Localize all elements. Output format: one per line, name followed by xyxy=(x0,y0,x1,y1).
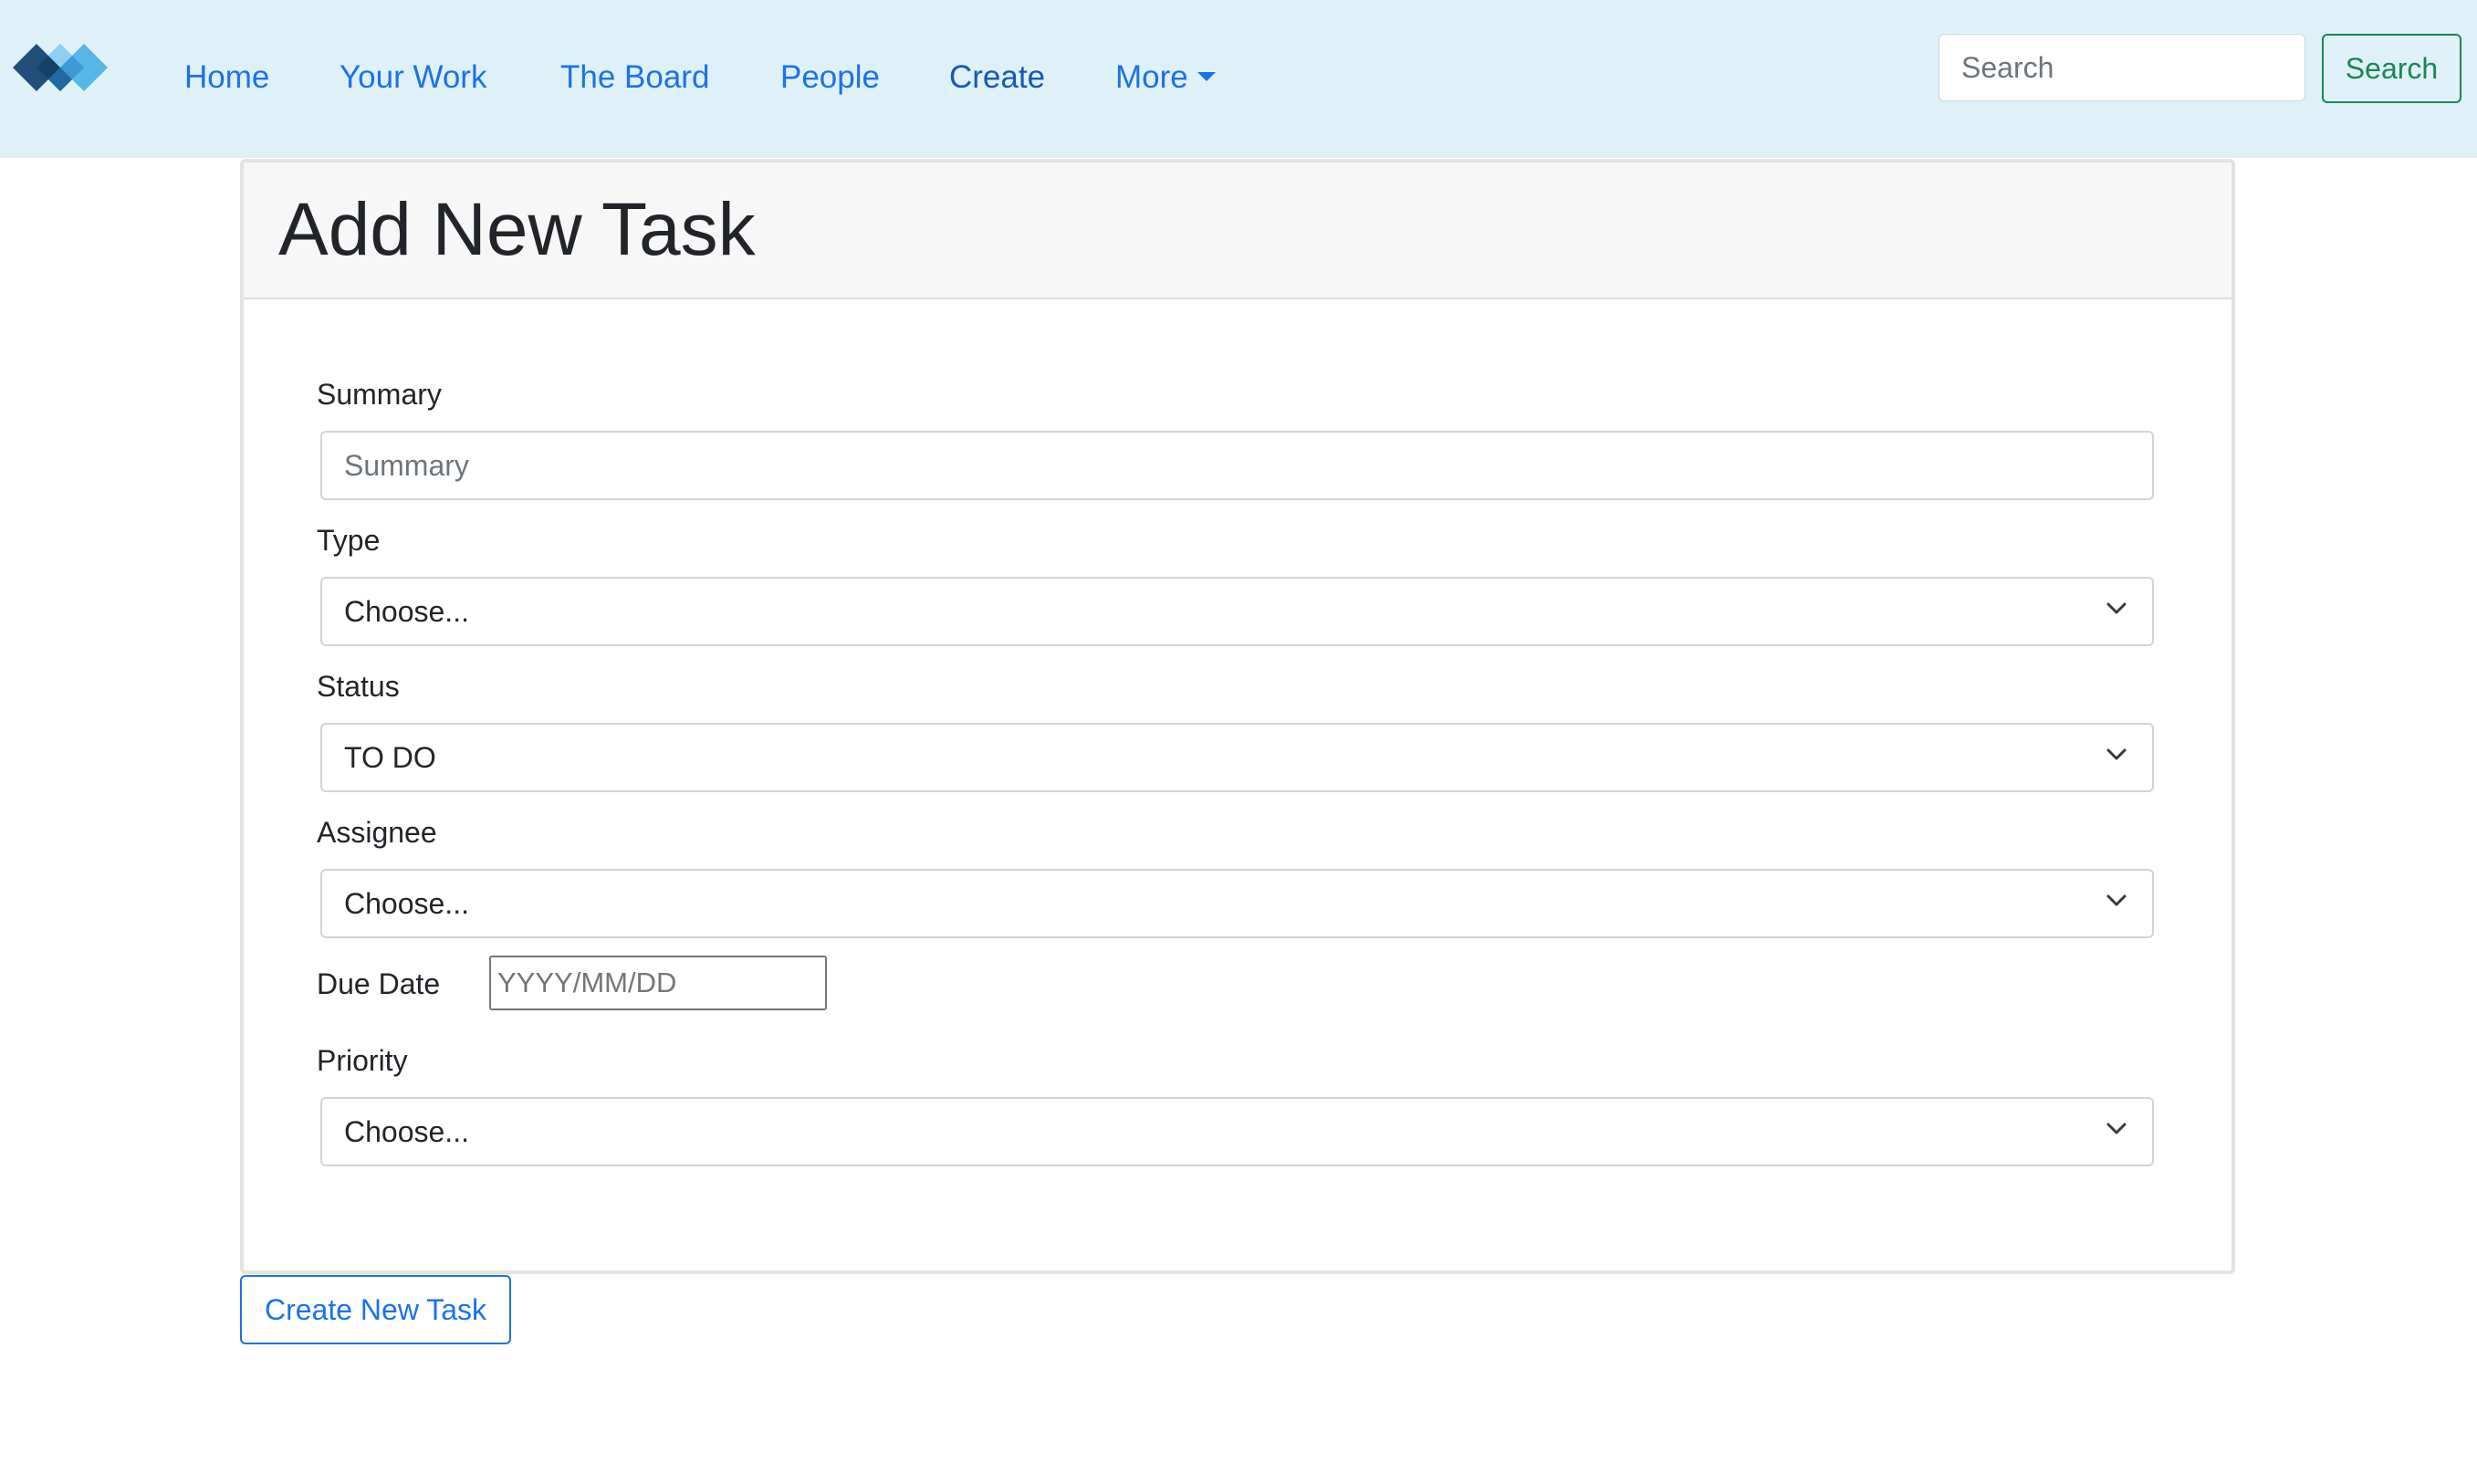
nav-more-label: More xyxy=(1115,59,1188,95)
due-date-input[interactable] xyxy=(489,956,827,1010)
nav-create-link[interactable]: Create xyxy=(949,57,1045,99)
assignee-label: Assignee xyxy=(317,816,437,849)
priority-select[interactable]: Choose... xyxy=(320,1097,2154,1166)
assignee-selected-value: Choose... xyxy=(344,887,469,920)
page-title: Add New Task xyxy=(278,188,756,271)
status-selected-value: TO DO xyxy=(344,741,436,774)
nav-more-dropdown[interactable]: More xyxy=(1115,57,1216,99)
nav-your-work-link[interactable]: Your Work xyxy=(340,57,486,99)
priority-selected-value: Choose... xyxy=(344,1115,469,1148)
chevron-down-icon xyxy=(2106,1123,2127,1134)
create-new-task-button[interactable]: Create New Task xyxy=(240,1275,511,1344)
caret-down-icon xyxy=(1197,71,1216,81)
type-label: Type xyxy=(317,524,381,557)
chevron-down-icon xyxy=(2106,748,2127,760)
nav-home-link[interactable]: Home xyxy=(184,57,269,99)
summary-label: Summary xyxy=(317,378,442,411)
priority-label: Priority xyxy=(317,1044,408,1077)
chevron-down-icon xyxy=(2106,602,2127,614)
type-selected-value: Choose... xyxy=(344,595,469,628)
card-header: Add New Task xyxy=(244,162,2231,299)
diamond-logo-icon[interactable] xyxy=(13,33,108,102)
nav-the-board-link[interactable]: The Board xyxy=(560,57,709,99)
assignee-select[interactable]: Choose... xyxy=(320,869,2154,938)
top-navbar: Home Your Work The Board People Create M… xyxy=(0,0,2477,158)
due-date-label: Due Date xyxy=(317,967,441,1000)
status-label: Status xyxy=(317,670,400,703)
search-input[interactable] xyxy=(1939,34,2305,101)
chevron-down-icon xyxy=(2106,894,2127,906)
type-select[interactable]: Choose... xyxy=(320,577,2154,646)
summary-input[interactable] xyxy=(320,431,2154,500)
status-select[interactable]: TO DO xyxy=(320,723,2154,792)
search-button[interactable]: Search xyxy=(2322,34,2461,103)
nav-people-link[interactable]: People xyxy=(780,57,880,99)
